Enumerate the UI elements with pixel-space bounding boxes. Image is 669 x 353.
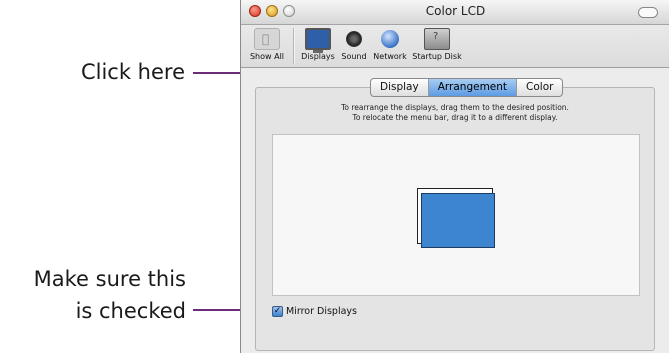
instruction-line-2: To relocate the menu bar, drag it to a d…: [352, 113, 558, 122]
title-bar[interactable]: Color LCD: [241, 0, 669, 25]
arrangement-pane: To rearrange the displays, drag them to …: [255, 87, 655, 351]
tab-arrangement[interactable]: Arrangement: [428, 79, 518, 96]
toolbar-toggle-button[interactable]: [638, 7, 658, 18]
callout-mirror-line1: Make sure this: [33, 267, 186, 291]
toolbar-label-network: Network: [373, 52, 407, 61]
apple-icon: : [254, 28, 280, 50]
toolbar:  Show All Displays Sound Network ? Star…: [241, 25, 669, 68]
preferences-content: Display Arrangement Color To rearrange t…: [241, 68, 669, 353]
speaker-icon: [341, 28, 367, 50]
instruction-line-1: To rearrange the displays, drag them to …: [341, 103, 569, 112]
toolbar-network[interactable]: Network: [372, 25, 408, 67]
display-arrangement-area[interactable]: [272, 134, 640, 296]
globe-icon: [377, 28, 403, 50]
mirror-displays-checkbox[interactable]: ✓: [272, 306, 283, 317]
toolbar-startup-disk[interactable]: ? Startup Disk: [412, 25, 462, 67]
mirror-displays-label: Mirror Displays: [286, 306, 357, 317]
toolbar-label-show-all: Show All: [249, 52, 285, 61]
tab-bar: Display Arrangement Color: [370, 78, 564, 97]
tab-display[interactable]: Display: [371, 79, 429, 96]
primary-display-thumbnail[interactable]: [421, 193, 495, 248]
callout-click-here: Click here: [80, 60, 185, 84]
window-title: Color LCD: [425, 4, 486, 18]
tab-color[interactable]: Color: [517, 79, 562, 96]
toolbar-label-sound: Sound: [341, 52, 367, 61]
toolbar-separator: [293, 28, 295, 64]
callout-mirror-line2: is checked: [75, 299, 186, 323]
disk-icon: ?: [424, 28, 450, 50]
display-icon: [305, 28, 331, 53]
toolbar-displays[interactable]: Displays: [299, 25, 337, 67]
toolbar-label-startup-disk: Startup Disk: [412, 52, 462, 61]
preferences-window: Color LCD  Show All Displays Sound Netw…: [240, 0, 669, 353]
arrangement-instructions: To rearrange the displays, drag them to …: [256, 103, 654, 123]
toolbar-label-displays: Displays: [301, 52, 335, 61]
toolbar-sound[interactable]: Sound: [340, 25, 368, 67]
toolbar-show-all[interactable]:  Show All: [246, 25, 288, 67]
mirror-displays-option[interactable]: ✓ Mirror Displays: [272, 306, 357, 317]
